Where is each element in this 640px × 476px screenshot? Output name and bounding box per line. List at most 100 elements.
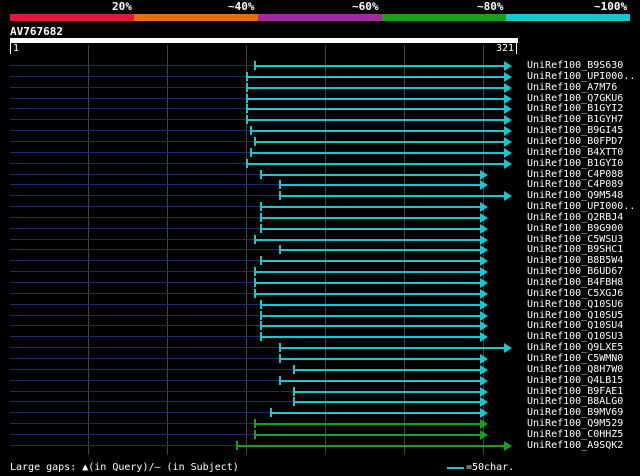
hit-alignment-bar[interactable] <box>293 391 481 393</box>
hit-background-line <box>10 108 246 109</box>
hit-alignment-bar[interactable] <box>260 336 481 338</box>
band-orange <box>134 14 258 21</box>
hit-label[interactable]: UniRef100_B4XTT0 <box>527 147 623 158</box>
hit-label[interactable]: UniRef100_C4P089 <box>527 179 623 190</box>
hit-arrow-icon <box>480 289 488 299</box>
hit-label[interactable]: UniRef100_Q10SU3 <box>527 331 623 342</box>
hit-background-line <box>10 87 246 88</box>
hit-arrow-icon <box>504 148 512 158</box>
hit-alignment-bar[interactable] <box>254 141 505 143</box>
hit-alignment-bar[interactable] <box>254 65 505 67</box>
scale-legend-text: =50char. <box>466 462 515 473</box>
hit-arrow-icon <box>480 354 488 364</box>
hit-background-line <box>10 249 279 250</box>
hit-alignment-bar[interactable] <box>246 87 505 89</box>
hit-alignment-bar[interactable] <box>293 369 481 371</box>
hit-alignment-bar[interactable] <box>293 401 481 403</box>
hit-arrow-icon <box>504 72 512 82</box>
hit-label[interactable]: UniRef100_B9MV69 <box>527 407 623 418</box>
hit-label[interactable]: UniRef100_B1GYI2 <box>527 103 623 114</box>
hit-label[interactable]: UniRef100_Q4LB15 <box>527 375 623 386</box>
hit-alignment-bar[interactable] <box>260 260 481 262</box>
hit-arrow-icon <box>480 332 488 342</box>
hit-alignment-bar[interactable] <box>254 271 481 273</box>
hit-alignment-bar[interactable] <box>260 304 481 306</box>
hit-alignment-bar[interactable] <box>260 315 481 317</box>
hit-arrow-icon <box>480 267 488 277</box>
hit-alignment-bar[interactable] <box>279 249 481 251</box>
band-cyan <box>506 14 630 21</box>
hit-arrow-icon <box>480 224 488 234</box>
hit-arrow-icon <box>480 365 488 375</box>
hit-label[interactable]: UniRef100_UPI000.. <box>527 201 635 212</box>
hit-label[interactable]: UniRef100_UPI000.. <box>527 71 635 82</box>
hit-label[interactable]: UniRef100_B8ALG0 <box>527 396 623 407</box>
hit-arrow-icon <box>480 235 488 245</box>
hit-label[interactable]: UniRef100_B1GYI0 <box>527 158 623 169</box>
hit-label[interactable]: UniRef100_Q9LXE5 <box>527 342 623 353</box>
hit-background-line <box>10 119 246 120</box>
hit-arrow-icon <box>504 61 512 71</box>
hit-alignment-bar[interactable] <box>246 163 505 165</box>
hit-alignment-bar[interactable] <box>236 445 505 447</box>
hit-label[interactable]: UniRef100_B0FPD7 <box>527 136 623 147</box>
hit-alignment-bar[interactable] <box>279 184 481 186</box>
hit-label[interactable]: UniRef100_A9SQK2 <box>527 440 623 451</box>
hit-alignment-bar[interactable] <box>260 228 481 230</box>
hit-arrow-icon <box>480 397 488 407</box>
hit-label[interactable]: UniRef100_C5WMN0 <box>527 353 623 364</box>
hit-alignment-bar[interactable] <box>260 325 481 327</box>
hit-alignment-bar[interactable] <box>250 152 505 154</box>
hit-arrow-icon <box>480 278 488 288</box>
scale-legend-bar <box>447 467 464 469</box>
band-purple <box>258 14 382 21</box>
hit-alignment-bar[interactable] <box>279 358 481 360</box>
hit-label[interactable]: UniRef100_B9SHC1 <box>527 244 623 255</box>
hit-alignment-bar[interactable] <box>270 412 481 414</box>
percent-label-100: ~100% <box>594 0 628 13</box>
hit-alignment-bar[interactable] <box>246 119 505 121</box>
hit-label[interactable]: UniRef100_A7M76 <box>527 82 617 93</box>
hit-alignment-bar[interactable] <box>260 174 481 176</box>
hit-label[interactable]: UniRef100_Q9M529 <box>527 418 623 429</box>
hit-background-line <box>10 401 293 402</box>
hit-label[interactable]: UniRef100_B4FBH8 <box>527 277 623 288</box>
hit-label[interactable]: UniRef100_B6UD67 <box>527 266 623 277</box>
hit-alignment-bar[interactable] <box>279 195 505 197</box>
hit-label[interactable]: UniRef100_B9GI45 <box>527 125 623 136</box>
hit-label[interactable]: UniRef100_Q10SU4 <box>527 320 623 331</box>
hit-background-line <box>10 271 254 272</box>
hit-background-line <box>10 239 254 240</box>
hit-label[interactable]: UniRef100_Q8H7W0 <box>527 364 623 375</box>
hit-background-line <box>10 260 260 261</box>
hit-alignment-bar[interactable] <box>279 347 505 349</box>
hit-label[interactable]: UniRef100_C0HHZ5 <box>527 429 623 440</box>
hit-alignment-bar[interactable] <box>246 76 505 78</box>
hit-label[interactable]: UniRef100_C5XGJ6 <box>527 288 623 299</box>
hit-alignment-bar[interactable] <box>254 434 481 436</box>
hit-alignment-bar[interactable] <box>250 130 505 132</box>
hit-background-line <box>10 174 260 175</box>
hit-label[interactable]: UniRef100_B9S630 <box>527 60 623 71</box>
hit-alignment-bar[interactable] <box>246 98 505 100</box>
grid-line <box>88 45 89 455</box>
hit-label[interactable]: UniRef100_Q2RBJ4 <box>527 212 623 223</box>
hit-alignment-bar[interactable] <box>254 423 481 425</box>
hit-arrow-icon <box>480 300 488 310</box>
hit-alignment-bar[interactable] <box>246 108 505 110</box>
hit-arrow-icon <box>480 213 488 223</box>
hit-label[interactable]: UniRef100_B8B5W4 <box>527 255 623 266</box>
hit-alignment-bar[interactable] <box>260 206 481 208</box>
hit-label[interactable]: UniRef100_Q10SU6 <box>527 299 623 310</box>
hit-label[interactable]: UniRef100_B1GYH7 <box>527 114 623 125</box>
hit-background-line <box>10 315 260 316</box>
hit-background-line <box>10 195 279 196</box>
hit-alignment-bar[interactable] <box>279 380 481 382</box>
hit-label[interactable]: UniRef100_Q9M548 <box>527 190 623 201</box>
hit-alignment-bar[interactable] <box>260 217 481 219</box>
band-green <box>382 14 506 21</box>
hit-alignment-bar[interactable] <box>254 239 481 241</box>
hit-label[interactable]: UniRef100_B9G900 <box>527 223 623 234</box>
hit-alignment-bar[interactable] <box>254 293 481 295</box>
hit-alignment-bar[interactable] <box>254 282 481 284</box>
